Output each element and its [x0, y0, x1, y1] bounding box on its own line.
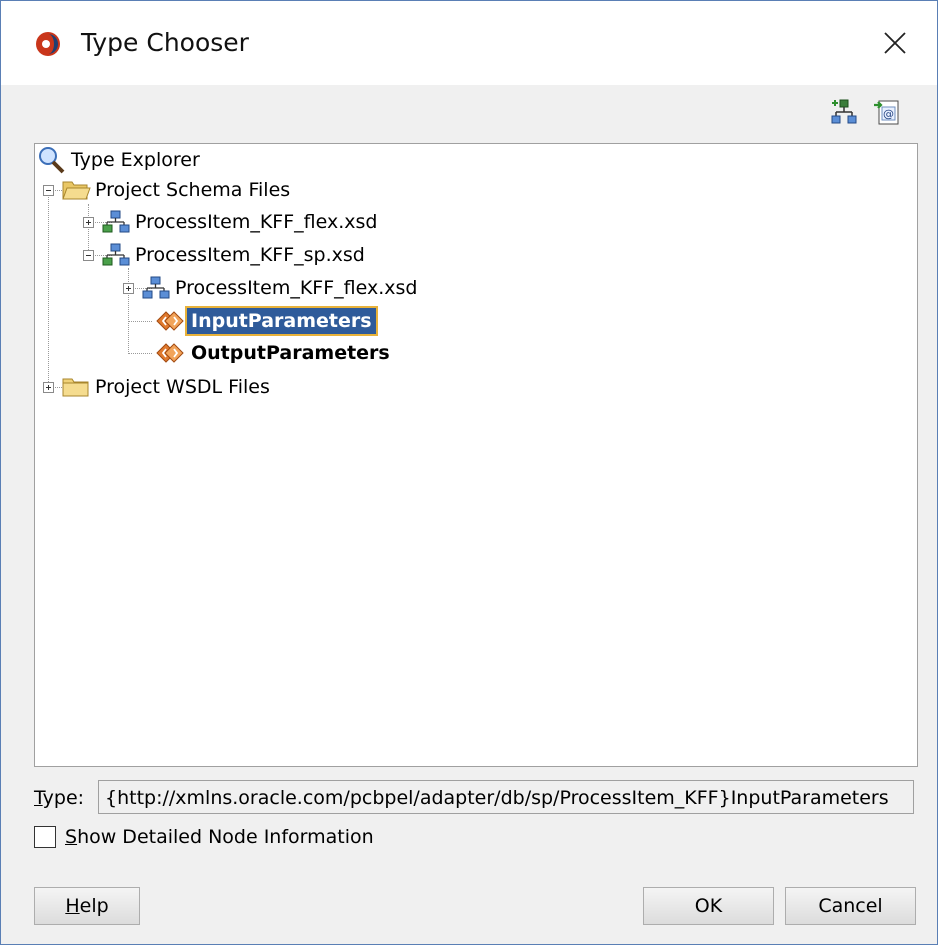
- tree-connector: [48, 190, 49, 390]
- title-bar: Type Chooser: [1, 1, 937, 85]
- tree-item-project-schema-files[interactable]: Project Schema Files: [61, 174, 294, 206]
- tree-root-type-explorer[interactable]: Type Explorer: [35, 144, 204, 176]
- type-field[interactable]: {http://xmlns.oracle.com/pcbpel/adapter/…: [98, 780, 914, 814]
- cancel-button[interactable]: Cancel: [785, 887, 916, 925]
- type-label: Type:: [34, 787, 85, 809]
- expand-toggle[interactable]: [123, 283, 134, 294]
- tree-label: InputParameters: [185, 306, 378, 336]
- dialog-title: Type Chooser: [81, 28, 249, 57]
- schema-icon: [142, 276, 170, 299]
- close-icon: [884, 32, 906, 54]
- tree-label: Project WSDL Files: [95, 376, 270, 398]
- show-detailed-node-info-checkbox[interactable]: [34, 826, 56, 848]
- tree-label: ProcessItem_KFF_flex.xsd: [175, 277, 418, 299]
- oracle-jdeveloper-icon: [36, 32, 60, 56]
- open-folder-icon: [62, 181, 91, 200]
- tree-label: Type Explorer: [71, 149, 200, 171]
- svg-text:@: @: [883, 108, 894, 121]
- schema-icon: [102, 210, 130, 233]
- element-icon: [156, 311, 184, 331]
- show-detailed-node-info-label[interactable]: Show Detailed Node Information: [65, 824, 374, 850]
- tree-item-schema-file[interactable]: ProcessItem_KFF_flex.xsd: [101, 206, 381, 238]
- expand-toggle[interactable]: [43, 382, 54, 393]
- magnifier-icon: [39, 147, 65, 174]
- collapse-toggle[interactable]: [43, 185, 54, 196]
- ok-button[interactable]: OK: [643, 887, 774, 925]
- help-button[interactable]: Help: [34, 887, 140, 925]
- tree-label: Project Schema Files: [95, 179, 291, 201]
- tree-item-project-wsdl-files[interactable]: Project WSDL Files: [61, 371, 274, 403]
- type-explorer-tree[interactable]: Type Explorer Project Schema Files Proce…: [34, 143, 918, 767]
- tree-label: ProcessItem_KFF_sp.xsd: [135, 244, 365, 266]
- folder-icon: [62, 378, 89, 397]
- tree-item-output-parameters[interactable]: OutputParameters: [153, 337, 394, 369]
- tree-item-schema-file[interactable]: ProcessItem_KFF_sp.xsd: [101, 239, 369, 271]
- schema-icon: [102, 243, 130, 266]
- tree-item-input-parameters[interactable]: InputParameters: [153, 305, 378, 337]
- type-chooser-dialog: Type Chooser @ Type Explorer Project Sch…: [0, 0, 938, 945]
- tree-label: ProcessItem_KFF_flex.xsd: [135, 211, 378, 233]
- tree-label: OutputParameters: [191, 342, 390, 364]
- tree-item-schema-file[interactable]: ProcessItem_KFF_flex.xsd: [141, 272, 421, 304]
- tree-connector: [128, 353, 152, 354]
- tree-connector: [128, 321, 152, 322]
- close-button[interactable]: [853, 1, 937, 85]
- import-schema-icon[interactable]: @: [873, 98, 901, 126]
- collapse-toggle[interactable]: [83, 250, 94, 261]
- element-icon: [156, 343, 184, 363]
- new-schema-icon[interactable]: [829, 98, 857, 126]
- tree-connector: [128, 268, 129, 354]
- expand-toggle[interactable]: [83, 217, 94, 228]
